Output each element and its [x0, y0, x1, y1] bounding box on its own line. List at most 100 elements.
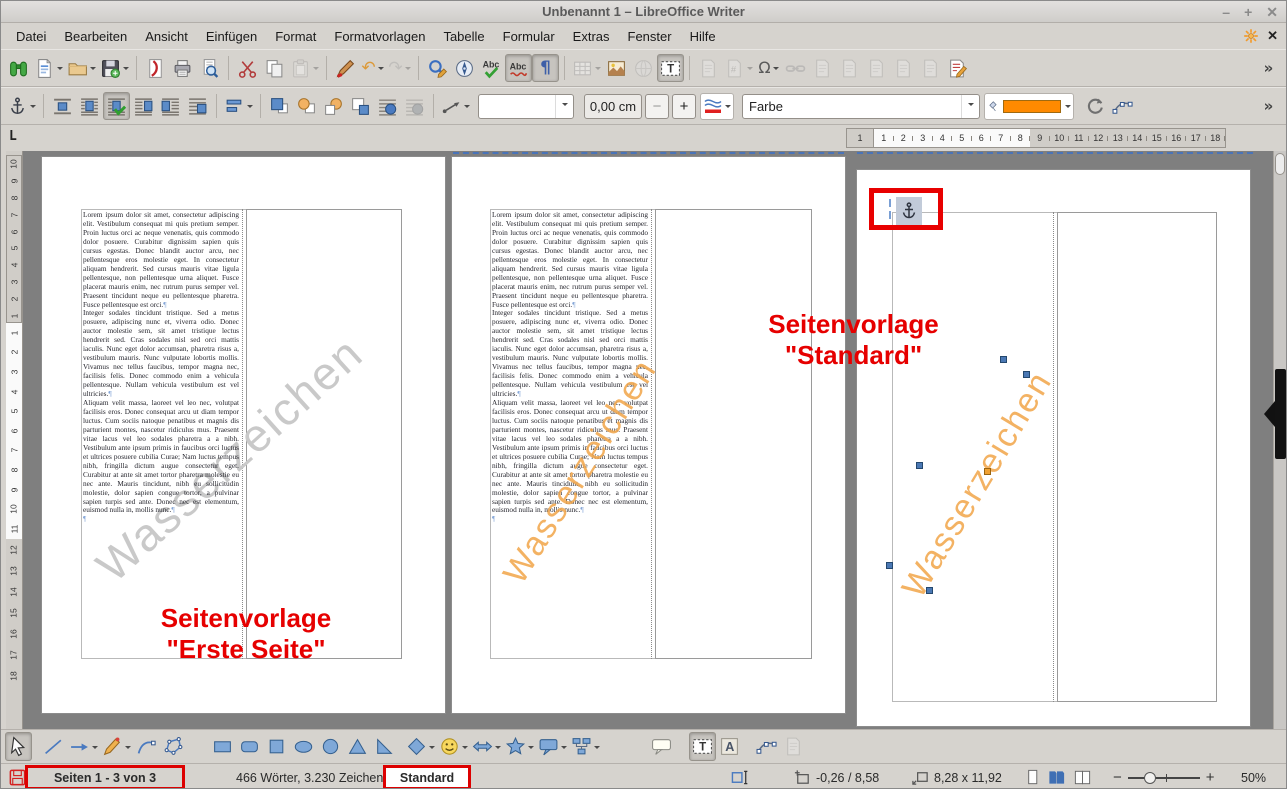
page-2[interactable]: Lorem ipsum dolor sit amet, consectetur … — [451, 156, 846, 714]
insert-comment-tool[interactable] — [648, 732, 675, 761]
cut-button[interactable] — [234, 54, 261, 82]
vertical-scrollbar[interactable] — [1273, 151, 1286, 729]
zoom-slider-knob[interactable] — [1144, 772, 1156, 784]
forward-one-button[interactable] — [293, 92, 320, 120]
bring-to-front-button[interactable] — [266, 92, 293, 120]
insert-chart-button[interactable] — [630, 54, 657, 82]
arrow-style-button[interactable] — [439, 92, 472, 120]
rectangle-tool[interactable] — [209, 732, 236, 761]
undo-button[interactable]: ↶ — [359, 54, 386, 82]
anchor-button[interactable] — [5, 92, 38, 120]
insert-hyperlink-button[interactable] — [782, 54, 809, 82]
special-character-button[interactable]: Ω — [755, 54, 782, 82]
page-3[interactable]: ¶ Wasserzeichen — [856, 169, 1251, 727]
vertical-ruler[interactable]: 10987654321123456789101112131415161718 — [6, 151, 23, 729]
copy-button[interactable] — [261, 54, 288, 82]
toolbar-overflow-button-2[interactable]: » — [1255, 92, 1282, 120]
insert-field-button[interactable] — [695, 54, 722, 82]
insert-endnote-button[interactable] — [836, 54, 863, 82]
freeform-line-tool[interactable] — [100, 732, 133, 761]
polygon-tool[interactable] — [160, 732, 187, 761]
text-frame[interactable] — [1057, 212, 1217, 702]
insert-bookmark-button[interactable] — [863, 54, 890, 82]
selection-handle[interactable] — [926, 587, 933, 594]
square-tool[interactable] — [263, 732, 290, 761]
send-to-back-button[interactable] — [347, 92, 374, 120]
circle-tool[interactable] — [317, 732, 344, 761]
text-box-tool[interactable]: T — [689, 732, 716, 761]
selection-handle[interactable] — [886, 562, 893, 569]
print-preview-button[interactable] — [196, 54, 223, 82]
menu-bearbeiten[interactable]: Bearbeiten — [55, 26, 136, 47]
block-arrows-tool[interactable] — [470, 732, 503, 761]
symbol-shapes-tool[interactable] — [437, 732, 470, 761]
zoom-slider[interactable]: − + — [1113, 764, 1215, 789]
insert-cross-reference-button[interactable] — [890, 54, 917, 82]
multi-page-view-button[interactable] — [1047, 764, 1066, 789]
edit-points-tool[interactable] — [753, 732, 780, 761]
sidebar-handle[interactable] — [1275, 369, 1286, 459]
word-count-status[interactable]: 466 Wörter, 3.230 Zeichen — [236, 764, 383, 789]
wrap-off-button[interactable] — [49, 92, 76, 120]
rounded-rectangle-tool[interactable] — [236, 732, 263, 761]
page-style-status[interactable]: Standard — [383, 765, 471, 789]
selection-handle[interactable] — [916, 462, 923, 469]
menu-tabelle[interactable]: Tabelle — [434, 26, 493, 47]
select-tool[interactable] — [5, 732, 32, 761]
insert-comment-button[interactable] — [917, 54, 944, 82]
horizontal-ruler[interactable]: 1 12345678 9101112131415161718 — [846, 128, 1226, 148]
clone-formatting-button[interactable] — [332, 54, 359, 82]
wrap-through-button[interactable] — [184, 92, 211, 120]
arrow-tool[interactable] — [67, 732, 100, 761]
sidebar-show-arrow-icon[interactable] — [1264, 401, 1275, 427]
edit-points-button[interactable] — [1109, 92, 1136, 120]
single-page-view-button[interactable] — [1023, 764, 1042, 789]
increase-width-button[interactable]: + — [672, 94, 696, 119]
triangle-tool[interactable] — [344, 732, 371, 761]
menu-ansicht[interactable]: Ansicht — [136, 26, 197, 47]
line-style-select[interactable] — [478, 94, 574, 119]
auto-spellcheck-toggle[interactable]: Abc — [505, 54, 532, 82]
page-count-status[interactable]: Seiten 1 - 3 von 3 — [25, 765, 185, 789]
fill-style-select[interactable]: Farbe — [742, 94, 980, 119]
open-button[interactable] — [65, 54, 98, 82]
menu-format[interactable]: Format — [266, 26, 325, 47]
insert-footnote-button[interactable] — [809, 54, 836, 82]
basic-shapes-tool[interactable] — [404, 732, 437, 761]
maximize-button[interactable]: + — [1244, 3, 1252, 21]
group-tool[interactable] — [780, 732, 807, 761]
close-document-icon[interactable]: ✕ — [1267, 28, 1278, 44]
line-width-input[interactable]: 0,00 cm — [584, 94, 642, 119]
selection-handle[interactable] — [984, 468, 991, 475]
fill-color-button[interactable] — [984, 93, 1074, 120]
flowchart-tool[interactable] — [569, 732, 602, 761]
insert-image-button[interactable] — [603, 54, 630, 82]
wrap-left-button[interactable] — [130, 92, 157, 120]
ellipse-tool[interactable] — [290, 732, 317, 761]
save-button[interactable] — [98, 54, 131, 82]
menu-formatvorlagen[interactable]: Formatvorlagen — [325, 26, 434, 47]
line-color-button[interactable] — [700, 93, 734, 120]
fontwork-tool[interactable]: A — [716, 732, 743, 761]
decrease-width-button[interactable]: − — [645, 94, 669, 119]
menu-formular[interactable]: Formular — [494, 26, 564, 47]
zoom-out-icon[interactable]: − — [1113, 769, 1122, 786]
rotate-object-button[interactable] — [1082, 92, 1109, 120]
selection-mode-icon[interactable] — [731, 764, 750, 789]
right-triangle-tool[interactable] — [371, 732, 398, 761]
line-tool[interactable] — [40, 732, 67, 761]
insert-textbox-toggle[interactable]: T — [657, 54, 684, 82]
menu-hilfe[interactable]: Hilfe — [681, 26, 725, 47]
menu-extras[interactable]: Extras — [564, 26, 619, 47]
tab-stop-indicator[interactable]: L — [9, 129, 17, 144]
minimize-button[interactable]: – — [1222, 3, 1230, 21]
stars-banners-tool[interactable] — [503, 732, 536, 761]
curve-tool[interactable] — [133, 732, 160, 761]
paste-button[interactable] — [288, 54, 321, 82]
anchor-icon[interactable] — [896, 197, 922, 225]
wrap-optimal-button[interactable] — [103, 92, 130, 120]
selection-handle[interactable] — [1000, 356, 1007, 363]
wrap-right-button[interactable] — [157, 92, 184, 120]
back-one-button[interactable] — [320, 92, 347, 120]
menu-einfgen[interactable]: Einfügen — [197, 26, 266, 47]
